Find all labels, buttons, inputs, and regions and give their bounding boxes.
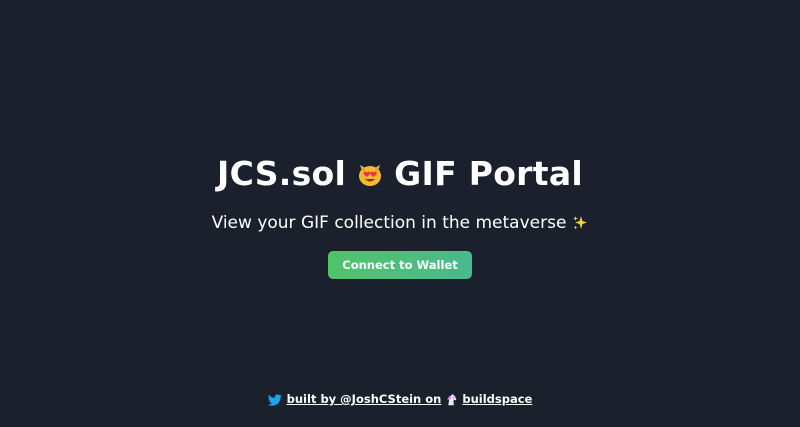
header: JCS.sol GIF Portal View your GIF collect…: [0, 152, 800, 279]
twitter-icon: [267, 392, 282, 406]
title-right: GIF Portal: [394, 154, 584, 193]
footer: built by @JoshCStein on buildspace: [0, 390, 800, 408]
subtitle-row: View your GIF collection in the metavers…: [0, 211, 800, 235]
page-title: JCS.sol GIF Portal: [0, 152, 800, 196]
cta-wrap: Connect to Wallet: [0, 251, 800, 279]
footer-link-prefix: built by @JoshCStein on: [286, 392, 442, 406]
footer-link-suffix: buildspace: [462, 392, 533, 406]
app-root: JCS.sol GIF Portal View your GIF collect…: [0, 0, 800, 427]
connect-wallet-button[interactable]: Connect to Wallet: [328, 251, 472, 279]
subtitle: View your GIF collection in the metavers…: [211, 213, 567, 233]
sparkles-icon: [572, 215, 588, 231]
heart-eyes-cat-icon: [356, 160, 384, 188]
title-left: JCS.sol: [216, 154, 347, 193]
unicorn-icon: [445, 392, 458, 406]
footer-credit-link[interactable]: built by @JoshCStein on buildspace: [287, 392, 533, 406]
